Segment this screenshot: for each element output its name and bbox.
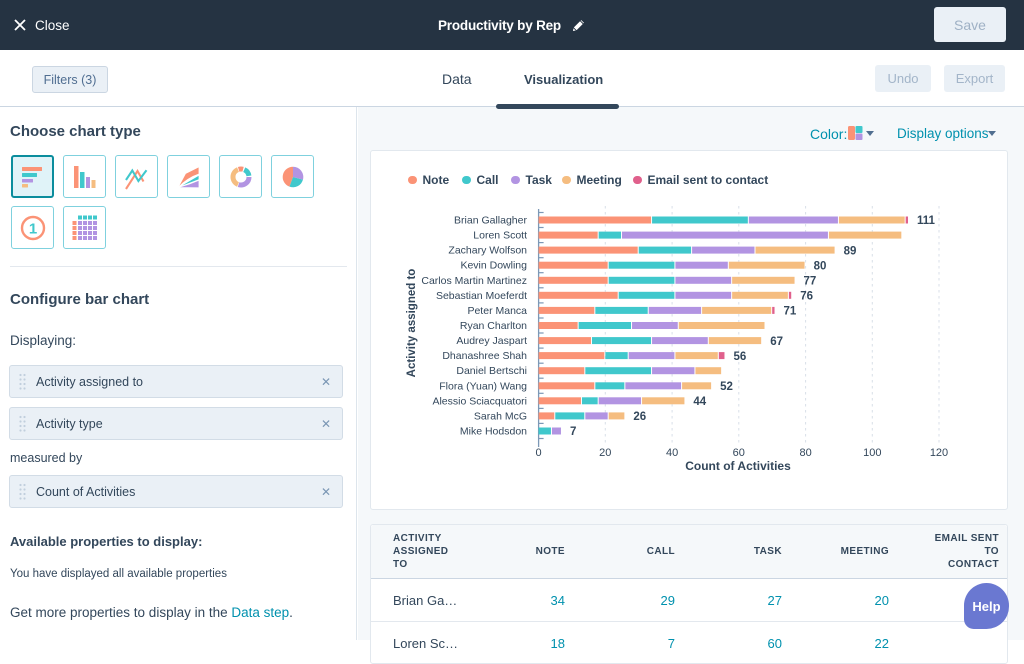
svg-text:76: 76 bbox=[800, 291, 813, 303]
svg-text:Zachary Wolfson: Zachary Wolfson bbox=[448, 245, 527, 257]
svg-text:80: 80 bbox=[814, 260, 827, 272]
svg-text:40: 40 bbox=[666, 447, 678, 459]
svg-text:89: 89 bbox=[844, 245, 857, 257]
svg-text:100: 100 bbox=[863, 447, 881, 459]
svg-text:Peter Manca: Peter Manca bbox=[467, 305, 527, 317]
svg-text:52: 52 bbox=[720, 381, 733, 393]
svg-text:44: 44 bbox=[693, 396, 706, 408]
svg-text:0: 0 bbox=[536, 447, 542, 459]
svg-text:Ryan Charlton: Ryan Charlton bbox=[460, 320, 527, 332]
svg-text:Dhanashree Shah: Dhanashree Shah bbox=[442, 350, 527, 362]
svg-text:Sarah McG: Sarah McG bbox=[474, 410, 527, 422]
svg-text:Mike Hodsdon: Mike Hodsdon bbox=[460, 426, 527, 438]
svg-text:Kevin Dowling: Kevin Dowling bbox=[460, 260, 527, 272]
svg-text:77: 77 bbox=[804, 276, 817, 288]
svg-text:Count of Activities: Count of Activities bbox=[685, 459, 791, 473]
svg-text:Carlos Martin Martinez: Carlos Martin Martinez bbox=[421, 275, 527, 287]
svg-text:111: 111 bbox=[917, 215, 936, 227]
svg-text:71: 71 bbox=[784, 306, 797, 318]
svg-text:Daniel Bertschi: Daniel Bertschi bbox=[456, 365, 527, 377]
svg-text:Brian Gallagher: Brian Gallagher bbox=[454, 215, 527, 227]
svg-text:26: 26 bbox=[633, 411, 646, 423]
svg-text:Loren Scott: Loren Scott bbox=[473, 230, 527, 242]
svg-text:7: 7 bbox=[570, 426, 576, 438]
svg-text:60: 60 bbox=[733, 447, 745, 459]
svg-text:Sebastian Moeferdt: Sebastian Moeferdt bbox=[436, 290, 527, 302]
svg-text:1: 1 bbox=[28, 220, 36, 237]
svg-text:Activity assigned to: Activity assigned to bbox=[406, 269, 418, 378]
svg-text:80: 80 bbox=[799, 447, 811, 459]
svg-text:67: 67 bbox=[770, 336, 783, 348]
svg-text:Audrey Jaspart: Audrey Jaspart bbox=[456, 335, 527, 347]
svg-text:Alessio Sciacquatori: Alessio Sciacquatori bbox=[432, 395, 527, 407]
svg-text:120: 120 bbox=[930, 447, 948, 459]
svg-text:56: 56 bbox=[734, 351, 747, 363]
svg-text:Flora (Yuan) Wang: Flora (Yuan) Wang bbox=[439, 380, 527, 392]
svg-text:20: 20 bbox=[599, 447, 611, 459]
